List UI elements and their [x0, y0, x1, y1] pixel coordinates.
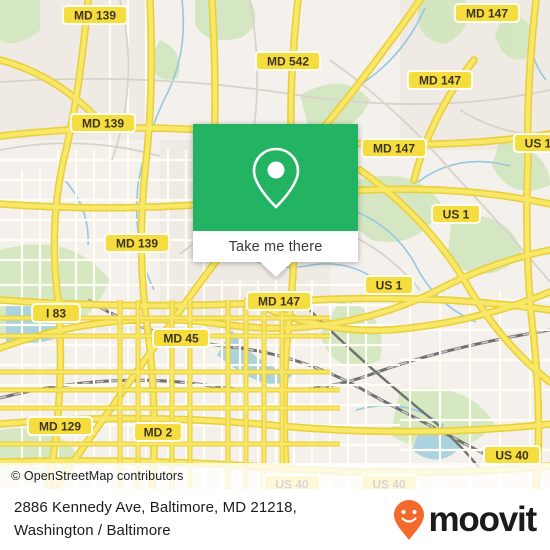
footer-bar: 2886 Kennedy Ave, Baltimore, MD 21218, W… [0, 489, 550, 550]
attribution-text: © OpenStreetMap contributors [11, 469, 184, 483]
address-line-2: Washington / Baltimore [14, 521, 171, 539]
road-shield: MD 147 [360, 138, 428, 158]
location-popup-card[interactable]: Take me there [193, 124, 358, 277]
road-shield: US 1 [431, 204, 481, 224]
road-shield: US 1 [513, 133, 550, 153]
road-shield: MD 45 [152, 328, 210, 348]
road-shield-label: MD 139 [82, 117, 124, 131]
road-shield-label: MD 542 [267, 55, 309, 69]
road-shield: US 1 [364, 275, 414, 295]
road-shield: MD 139 [103, 233, 171, 253]
road-shield: MD 2 [133, 422, 183, 442]
road-shield: MD 139 [61, 5, 129, 25]
map-pin-icon [252, 147, 299, 209]
road-shield-label: MD 139 [74, 9, 116, 23]
road-shield: MD 147 [245, 291, 313, 311]
road-shield-label: MD 147 [466, 7, 508, 21]
road-shield: MD 139 [69, 113, 137, 133]
road-shield-label: MD 139 [116, 237, 158, 251]
road-shield-label: US 1 [443, 208, 470, 222]
road-shield-label: MD 2 [144, 426, 173, 440]
road-shield: I 83 [31, 303, 81, 323]
moovit-smiley-pin-icon [394, 499, 425, 540]
road-shield-label: MD 147 [258, 295, 300, 309]
address-block: 2886 Kennedy Ave, Baltimore, MD 21218, W… [14, 498, 297, 541]
moovit-map-screen: MD 139 MD 147 MD 542 MD 147 MD 139 MD 147 US 1… [0, 0, 550, 550]
road-shield-label: MD 45 [163, 332, 199, 346]
popup-header [193, 124, 358, 231]
map-attribution: © OpenStreetMap contributors [0, 463, 550, 489]
road-shield-label: MD 147 [419, 74, 461, 88]
road-shield: MD 147 [453, 3, 521, 23]
road-shield: MD 147 [406, 70, 474, 90]
popup-pointer-tail [260, 262, 292, 277]
road-shield-label: MD 147 [373, 142, 415, 156]
address-line-1: 2886 Kennedy Ave, Baltimore, MD 21218, [14, 499, 297, 517]
road-shield: MD 542 [254, 51, 322, 71]
popup-footer[interactable]: Take me there [193, 231, 358, 262]
road-shield-label: MD 129 [39, 420, 81, 434]
road-shield: US 40 [483, 445, 541, 465]
road-shield-label: US 1 [525, 137, 550, 151]
road-shield: MD 129 [26, 416, 94, 436]
moovit-wordmark: moovit [428, 500, 537, 539]
moovit-logo[interactable]: moovit [393, 499, 537, 541]
take-me-there-button[interactable]: Take me there [229, 239, 323, 255]
road-shield-label: US 1 [376, 279, 403, 293]
road-shield-label: I 83 [46, 307, 66, 321]
road-shield-label: US 40 [495, 449, 529, 463]
